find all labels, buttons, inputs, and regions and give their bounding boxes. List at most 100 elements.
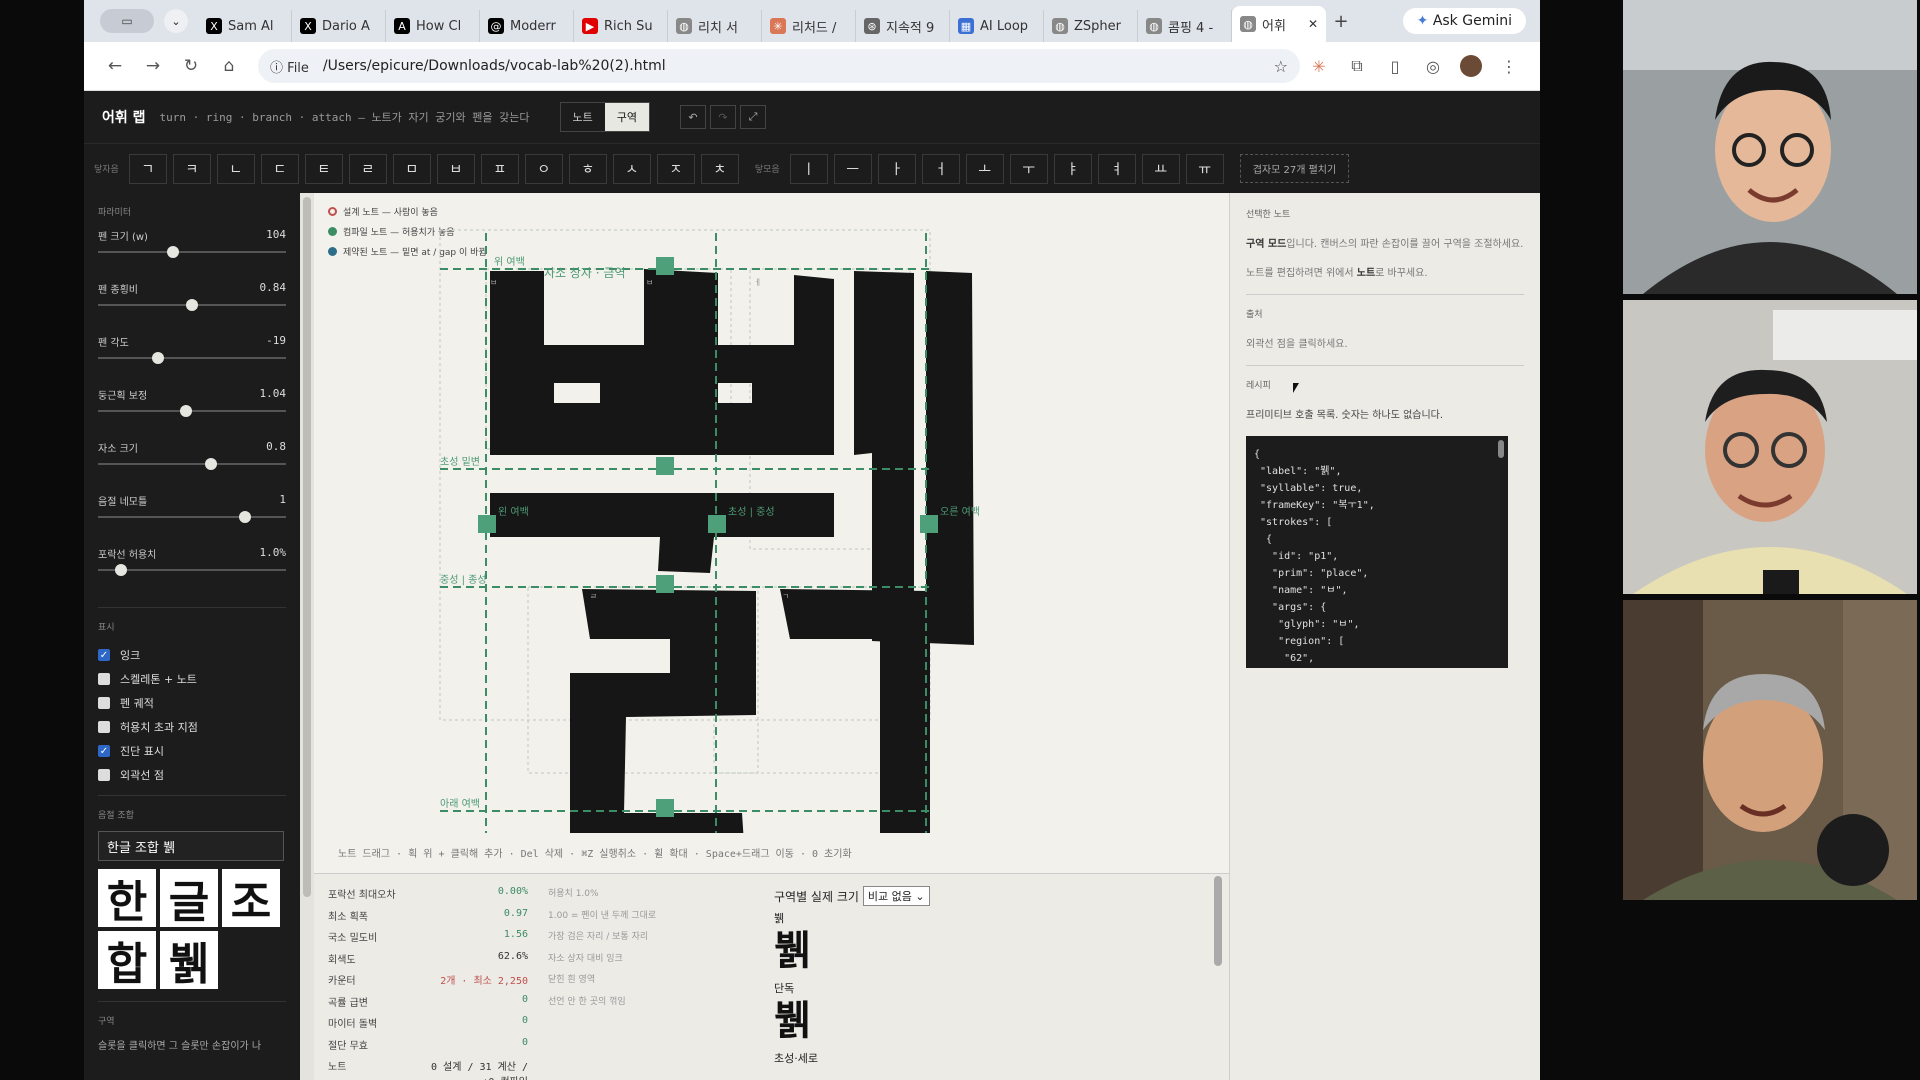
tab-0[interactable]: X Sam Al <box>198 10 292 42</box>
tab-10[interactable]: ◍ 콤핑 4 - <box>1138 10 1232 42</box>
display-option[interactable]: 허용치 초과 지점 <box>98 715 286 739</box>
tab-4[interactable]: ▶ Rich Su <box>574 10 668 42</box>
tab-11[interactable]: ◍ 어휘 ✕ <box>1232 6 1326 42</box>
checkbox[interactable] <box>98 721 110 733</box>
slider-thumb[interactable] <box>152 352 165 364</box>
consonant-key[interactable]: ㅂ <box>436 153 475 184</box>
consonant-key[interactable]: ㅌ <box>304 153 343 184</box>
tab-search-button[interactable]: ⌄ <box>164 9 188 33</box>
handle-right[interactable] <box>920 515 938 533</box>
scroll-thumb[interactable] <box>303 197 311 897</box>
display-option[interactable]: 외곽선 점 <box>98 763 286 787</box>
syllable-tile[interactable]: 조 <box>222 869 280 928</box>
syllable-tile[interactable]: 합 <box>98 931 156 990</box>
vowel-key[interactable]: ㅑ <box>1053 153 1092 184</box>
handle-top[interactable] <box>656 257 674 275</box>
bookmark-star-icon[interactable]: ☆ <box>1274 57 1288 76</box>
slider-track[interactable] <box>98 516 286 518</box>
tab-8[interactable]: ▦ AI Loop <box>950 10 1044 42</box>
handle-bottom[interactable] <box>656 799 674 817</box>
consonant-key[interactable]: ㅈ <box>656 153 695 184</box>
handle-left[interactable] <box>478 515 496 533</box>
checkbox[interactable] <box>98 673 110 685</box>
vowel-key[interactable]: ㅡ <box>833 153 872 184</box>
tab-3[interactable]: @ Moderr <box>480 10 574 42</box>
compose-input[interactable]: 한글 조합 뷁 <box>98 831 284 861</box>
slider-track[interactable] <box>98 251 286 253</box>
forward-icon[interactable]: → <box>134 56 172 76</box>
code-scrollbar[interactable] <box>1498 440 1504 458</box>
consonant-key[interactable]: ㅇ <box>524 153 563 184</box>
consonant-key[interactable]: ㄹ <box>348 153 387 184</box>
handle-cho-bottom[interactable] <box>656 457 674 475</box>
consonant-key[interactable]: ㅍ <box>480 153 519 184</box>
slider-track[interactable] <box>98 357 286 359</box>
display-option[interactable]: 스켈레톤 + 노트 <box>98 667 286 691</box>
sidebar-scrollbar[interactable] <box>300 193 314 1080</box>
diagnostics-scrollbar[interactable] <box>1214 876 1222 966</box>
slider-thumb[interactable] <box>186 299 198 311</box>
sidebar-toggle-button[interactable]: ▭ <box>100 9 154 33</box>
slider-track[interactable] <box>98 463 286 465</box>
tab-6[interactable]: ✳ 리처드 / <box>762 10 856 42</box>
glyph-canvas[interactable]: 설계 노트 — 사람이 놓음 컴파일 노트 — 허용치가 놓음 제약된 노트 — 밑… <box>314 193 1229 873</box>
consonant-key[interactable]: ㄷ <box>260 153 299 184</box>
tab-2[interactable]: A How Cl <box>386 10 480 42</box>
vowel-key[interactable]: ㅕ <box>1097 153 1136 184</box>
extensions-puzzle-icon[interactable]: ⧉ <box>1338 56 1376 76</box>
handle-jung[interactable] <box>656 575 674 593</box>
claude-extension-icon[interactable]: ✳ <box>1300 57 1338 76</box>
redo-icon[interactable]: ↷ <box>710 105 736 129</box>
recipe-code[interactable]: { "label": "뷁", "syllable": true, "frame… <box>1246 436 1508 668</box>
consonant-key[interactable]: ㅁ <box>392 153 431 184</box>
slider-thumb[interactable] <box>167 246 180 258</box>
slider-thumb[interactable] <box>114 564 127 576</box>
checkbox[interactable]: ✓ <box>98 649 110 661</box>
close-icon[interactable]: ✕ <box>1308 17 1318 31</box>
checkbox[interactable]: ✓ <box>98 745 110 757</box>
tab-1[interactable]: X Dario A <box>292 10 386 42</box>
consonant-key[interactable]: ㄱ <box>128 153 167 184</box>
compare-select[interactable]: 비교 없음 ⌄ <box>862 886 930 906</box>
undo-icon[interactable]: ↶ <box>680 105 706 129</box>
checkbox[interactable] <box>98 769 110 781</box>
consonant-key[interactable]: ㅋ <box>172 153 211 184</box>
tab-7[interactable]: ⊛ 지속적 9 <box>856 10 950 42</box>
syllable-tile[interactable]: 글 <box>160 869 218 928</box>
syllable-tile[interactable]: 한 <box>98 869 156 928</box>
vowel-key[interactable]: ㅏ <box>877 153 916 184</box>
mode-region-button[interactable]: 구역 <box>604 103 649 131</box>
vowel-key[interactable]: ㅣ <box>789 153 828 184</box>
profile-avatar[interactable] <box>1460 55 1482 77</box>
ask-gemini-button[interactable]: ✦ Ask Gemini <box>1402 8 1526 34</box>
vowel-key[interactable]: ㅓ <box>921 153 960 184</box>
fit-icon[interactable]: ⤢ <box>740 105 766 129</box>
vowel-key[interactable]: ㅗ <box>965 153 1004 184</box>
home-icon[interactable]: ⌂ <box>210 56 248 76</box>
consonant-key[interactable]: ㄴ <box>216 153 255 184</box>
tab-5[interactable]: ◍ 리치 서 <box>668 10 762 42</box>
consonant-key[interactable]: ㅎ <box>568 153 607 184</box>
url-field[interactable]: ⓘ File /Users/epicure/Downloads/vocab-la… <box>258 49 1300 83</box>
reload-icon[interactable]: ↻ <box>172 56 210 76</box>
new-tab-button[interactable]: + <box>1326 11 1356 32</box>
slider-thumb[interactable] <box>204 458 217 470</box>
consonant-key[interactable]: ㅅ <box>612 153 651 184</box>
slider-thumb[interactable] <box>180 405 193 417</box>
vowel-key[interactable]: ㅛ <box>1141 153 1180 184</box>
glyph-svg[interactable]: 위 여백 자소 상자 · 금역 초성 밑변 왼 여백 초성 | 중성 오른 여백… <box>314 193 1229 833</box>
consonant-key[interactable]: ㅊ <box>700 153 739 184</box>
expand-jamo-button[interactable]: 겹자모 27개 펼치기 <box>1239 154 1350 183</box>
tab-9[interactable]: ◍ ZSpher <box>1044 10 1138 42</box>
display-option[interactable]: ✓ 진단 표시 <box>98 739 286 763</box>
site-info[interactable]: ⓘ File <box>270 57 309 76</box>
checkbox[interactable] <box>98 697 110 709</box>
display-option[interactable]: 펜 궤적 <box>98 691 286 715</box>
vowel-key[interactable]: ㅜ <box>1009 153 1048 184</box>
kebab-menu-icon[interactable]: ⋮ <box>1490 57 1528 76</box>
vowel-key[interactable]: ㅠ <box>1185 153 1224 184</box>
handle-mid[interactable] <box>708 515 726 533</box>
reading-mode-icon[interactable]: ▯ <box>1376 57 1414 76</box>
lens-icon[interactable]: ◎ <box>1414 57 1452 76</box>
syllable-tile[interactable]: 뷁 <box>160 931 218 990</box>
